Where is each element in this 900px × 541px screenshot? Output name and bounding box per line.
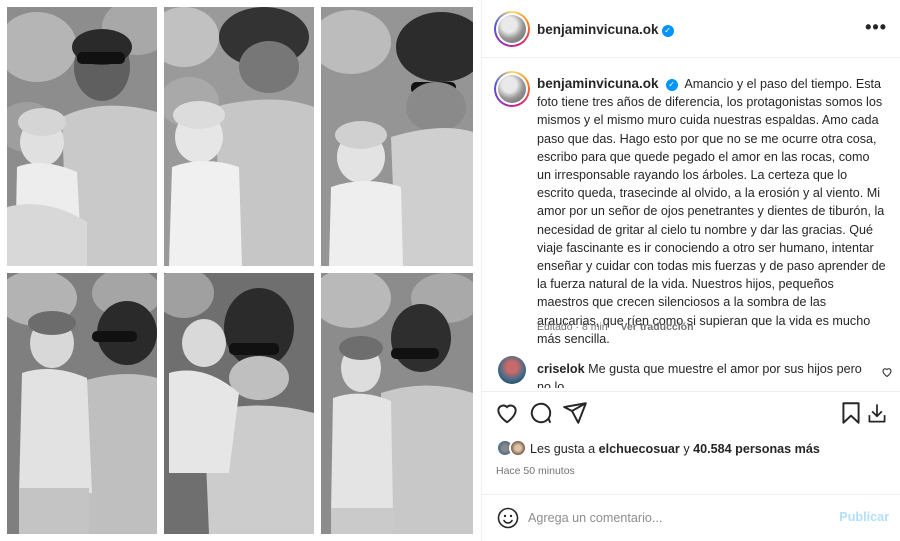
post-timestamp[interactable]: Hace 50 minutos	[496, 465, 575, 477]
caption-text: benjaminvicuna.ok ✓ Amancio y el paso del…	[537, 75, 887, 348]
add-comment-bar: Publicar	[482, 494, 900, 541]
caption-avatar[interactable]	[494, 71, 530, 107]
comment-username-link[interactable]: criselok	[537, 362, 585, 376]
bookmark-icon[interactable]	[838, 400, 864, 426]
caption-body: Amancio y el paso del tiempo. Esta foto …	[537, 77, 886, 346]
comment-item: criselok Me gusta que muestre el amor po…	[482, 354, 900, 388]
photo-father-son-2	[164, 273, 314, 534]
likes-row: Les gusta a elchuecosuar y 40.584 person…	[482, 436, 900, 458]
verified-icon: ✓	[661, 25, 674, 37]
comment-input[interactable]	[528, 507, 828, 529]
emoji-icon[interactable]	[496, 506, 520, 530]
download-icon[interactable]	[864, 400, 890, 426]
avatar[interactable]	[494, 11, 530, 47]
comment-icon[interactable]	[528, 400, 554, 426]
heart-icon[interactable]	[494, 400, 520, 426]
likes-text: Les gusta a elchuecosuar y 40.584 person…	[530, 442, 820, 456]
action-bar	[482, 391, 900, 433]
photo-father-son-1	[7, 273, 157, 534]
publish-button[interactable]: Publicar	[839, 510, 889, 524]
username-link[interactable]: benjaminvicuna.ok	[537, 22, 659, 37]
photo-father-baby-3	[321, 7, 473, 266]
translate-link[interactable]: Ver traducción	[621, 321, 694, 333]
caption-meta: Editado · 8 min Ver traducción	[537, 321, 704, 333]
photo-father-son-3	[321, 273, 473, 534]
edited-label: Editado · 8 min	[537, 321, 608, 333]
likes-prefix: Les gusta a	[530, 442, 596, 456]
comment-text: criselok Me gusta que muestre el amor po…	[537, 360, 867, 388]
more-icon[interactable]: •••	[865, 17, 887, 38]
liker-username-link[interactable]: elchuecosuar	[599, 442, 680, 456]
post-header: benjaminvicuna.ok ✓ •••	[482, 0, 900, 58]
post-image[interactable]	[0, 0, 480, 541]
comment-body: Me gusta que muestre el amor por sus hij…	[537, 362, 862, 388]
likes-count-link[interactable]: 40.584 personas más	[693, 442, 820, 456]
caption-area: benjaminvicuna.ok ✓ Amancio y el paso del…	[482, 58, 900, 391]
caption-username-link[interactable]: benjaminvicuna.ok	[537, 76, 659, 91]
share-icon[interactable]	[562, 400, 588, 426]
verified-icon: ✓	[665, 79, 678, 91]
photo-father-baby-1	[7, 7, 157, 266]
comment-avatar[interactable]	[498, 356, 526, 384]
likes-connector: y	[683, 442, 690, 456]
comment-heart-icon[interactable]	[881, 366, 893, 378]
post-sidebar: benjaminvicuna.ok ✓ ••• benjaminvicuna.ok…	[481, 0, 900, 541]
liker-avatar[interactable]	[509, 439, 527, 457]
photo-father-baby-2	[164, 7, 314, 266]
